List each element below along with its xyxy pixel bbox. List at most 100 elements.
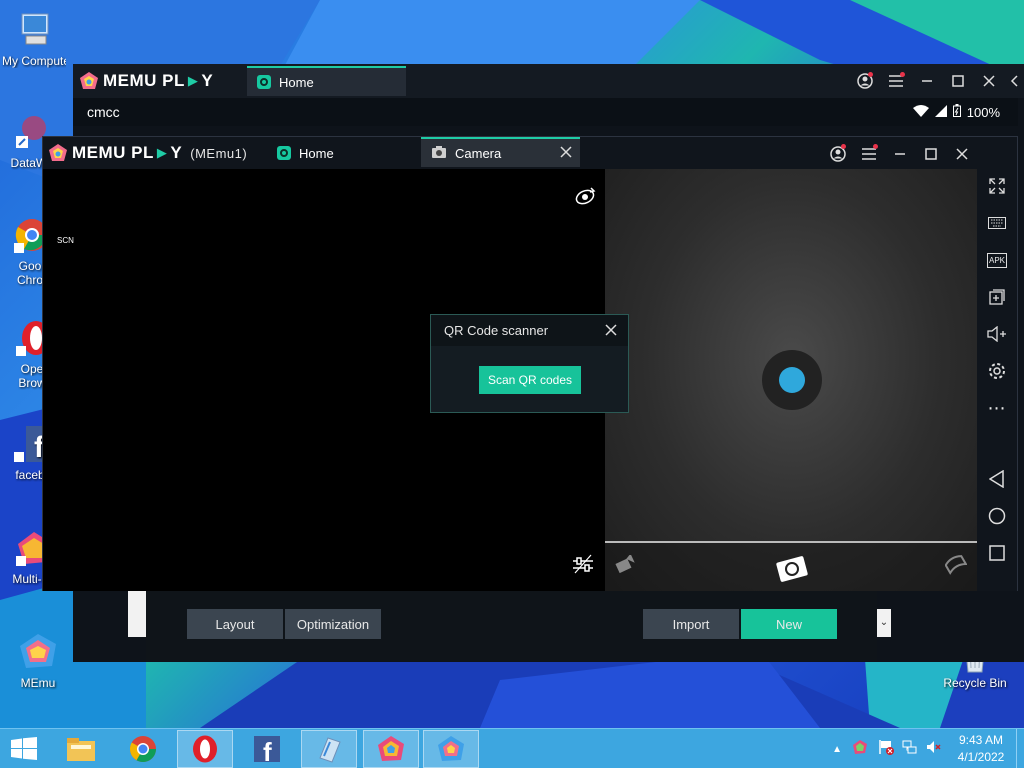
clock-time: 9:43 AM — [958, 733, 1004, 747]
taskbar-multi-memu[interactable] — [363, 730, 419, 768]
opera-icon — [193, 735, 217, 763]
tab-camera[interactable]: Camera — [421, 137, 580, 167]
memu-tray-icon[interactable] — [852, 739, 868, 760]
taskbar-facebook[interactable]: f — [239, 730, 295, 768]
new-button[interactable]: New — [741, 609, 837, 639]
side-toolbar: APK ⋯ — [977, 137, 1017, 591]
volume-icon[interactable] — [977, 319, 1017, 349]
fullscreen-icon[interactable] — [977, 171, 1017, 201]
shutter-button[interactable] — [762, 350, 822, 410]
add-window-icon[interactable] — [977, 282, 1017, 312]
taskbar-clock[interactable]: 9:43 AM 4/1/2022 — [946, 732, 1016, 766]
taskbar-chrome[interactable] — [115, 730, 171, 768]
menu-icon[interactable] — [880, 64, 911, 98]
camera-mode-bar — [605, 541, 979, 591]
switch-camera-icon[interactable] — [573, 185, 597, 212]
close-icon[interactable] — [973, 64, 1004, 98]
tab-close-icon[interactable] — [560, 146, 572, 161]
desktop-icon-label: MEmu — [20, 676, 56, 690]
outer-side-toolbar-edge — [1018, 98, 1024, 591]
desktop-icon-memu[interactable]: MEmu — [6, 632, 70, 690]
account-icon[interactable] — [822, 137, 853, 171]
tab-label: Camera — [455, 145, 502, 161]
tab-label: Home — [299, 145, 334, 161]
tab-home[interactable]: Home — [267, 138, 417, 168]
camera-app-icon — [431, 145, 447, 162]
windows-logo-icon — [11, 737, 37, 760]
close-icon[interactable] — [602, 321, 620, 339]
maximize-icon[interactable] — [942, 64, 973, 98]
chrome-icon — [129, 736, 156, 762]
apk-icon[interactable]: APK — [977, 245, 1017, 275]
panorama-mode-icon[interactable] — [944, 555, 968, 580]
taskbar-memu[interactable] — [423, 730, 479, 768]
memu1-logo-text: MEMU PL — [72, 143, 154, 162]
taskbar-datawa[interactable] — [301, 730, 357, 768]
close-icon[interactable] — [946, 137, 977, 171]
facebook-icon: f — [254, 736, 280, 764]
volume-muted-icon[interactable] — [926, 739, 942, 760]
play-triangle-icon: ▶ — [187, 73, 199, 88]
taskbar-opera[interactable] — [177, 730, 233, 768]
account-icon[interactable] — [849, 64, 880, 98]
video-mode-icon[interactable] — [615, 553, 637, 580]
memu-logo-icon — [48, 143, 68, 163]
signal-icon — [934, 104, 947, 120]
menu-icon[interactable] — [853, 137, 884, 171]
scroll-down-icon[interactable]: ⌄ — [877, 609, 891, 637]
camera-settings-icon[interactable] — [571, 553, 595, 580]
minimize-icon[interactable] — [911, 64, 942, 98]
show-hidden-icons-icon[interactable]: ▲ — [832, 744, 842, 755]
photo-mode-icon[interactable] — [775, 551, 809, 588]
qr-scanner-dialog: QR Code scanner Scan QR codes — [430, 314, 629, 413]
dialog-header: QR Code scanner — [431, 315, 628, 346]
tab-home[interactable]: Home — [247, 66, 406, 96]
camera-controls-panel — [605, 169, 979, 591]
settings-icon[interactable] — [977, 356, 1017, 386]
carrier-name: cmcc — [87, 104, 120, 120]
memu-logo-text-end: Y — [201, 71, 214, 90]
more-icon[interactable]: ⋯ — [977, 393, 1017, 423]
memu1-logo: MEMU PL ▶ Y (MEmu1) — [48, 143, 247, 163]
import-button[interactable]: Import — [643, 609, 739, 639]
battery-level: 100% — [966, 104, 1000, 120]
keyboard-icon[interactable] — [977, 208, 1017, 238]
memu-icon — [18, 632, 58, 672]
dialog-title: QR Code scanner — [444, 323, 549, 338]
memu1-logo-text-end: Y — [170, 143, 183, 162]
back-icon[interactable] — [977, 464, 1017, 494]
datawa-icon — [319, 737, 341, 763]
memu-logo-text: MEMU PL — [103, 71, 185, 90]
home-icon[interactable] — [977, 501, 1017, 531]
wifi-icon — [912, 104, 929, 120]
network-icon[interactable] — [902, 739, 918, 760]
main-titlebar: MEMU PL ▶ Y Home — [73, 64, 1024, 98]
main-window-controls — [849, 64, 1024, 98]
system-tray: ▲ 9:43 AM 4/1/2022 — [832, 729, 1024, 768]
home-app-icon — [257, 75, 271, 89]
taskbar-file-explorer[interactable] — [53, 730, 109, 768]
instance-name: (MEmu1) — [190, 145, 248, 161]
desktop-icon-my-computer[interactable]: My Computer — [2, 10, 66, 68]
flag-error-icon[interactable] — [878, 739, 894, 760]
optimization-button[interactable]: Optimization — [285, 609, 381, 639]
battery-icon — [952, 104, 961, 120]
scan-qr-codes-button[interactable]: Scan QR codes — [479, 366, 581, 394]
collapse-panel-icon[interactable] — [1004, 64, 1024, 98]
clock-date: 4/1/2022 — [957, 750, 1005, 764]
multi-memu-icon — [378, 736, 404, 761]
minimize-icon[interactable] — [884, 137, 915, 171]
play-triangle-icon: ▶ — [156, 145, 168, 160]
start-button[interactable] — [0, 730, 48, 768]
computer-icon — [14, 10, 54, 50]
show-desktop-button[interactable] — [1016, 729, 1024, 768]
multi-instance-bottom-bar: Layout Optimization Import New ⌄ — [128, 591, 891, 661]
layout-button[interactable]: Layout — [187, 609, 283, 639]
svg-text:f: f — [263, 737, 272, 764]
recents-icon[interactable] — [977, 538, 1017, 568]
memu-logo-icon — [79, 71, 99, 91]
desktop-icon-label: Recycle Bin — [943, 676, 1007, 690]
windows-taskbar: f ▲ 9:43 AM 4/1/2022 — [0, 728, 1024, 768]
file-explorer-icon — [67, 738, 95, 761]
maximize-icon[interactable] — [915, 137, 946, 171]
